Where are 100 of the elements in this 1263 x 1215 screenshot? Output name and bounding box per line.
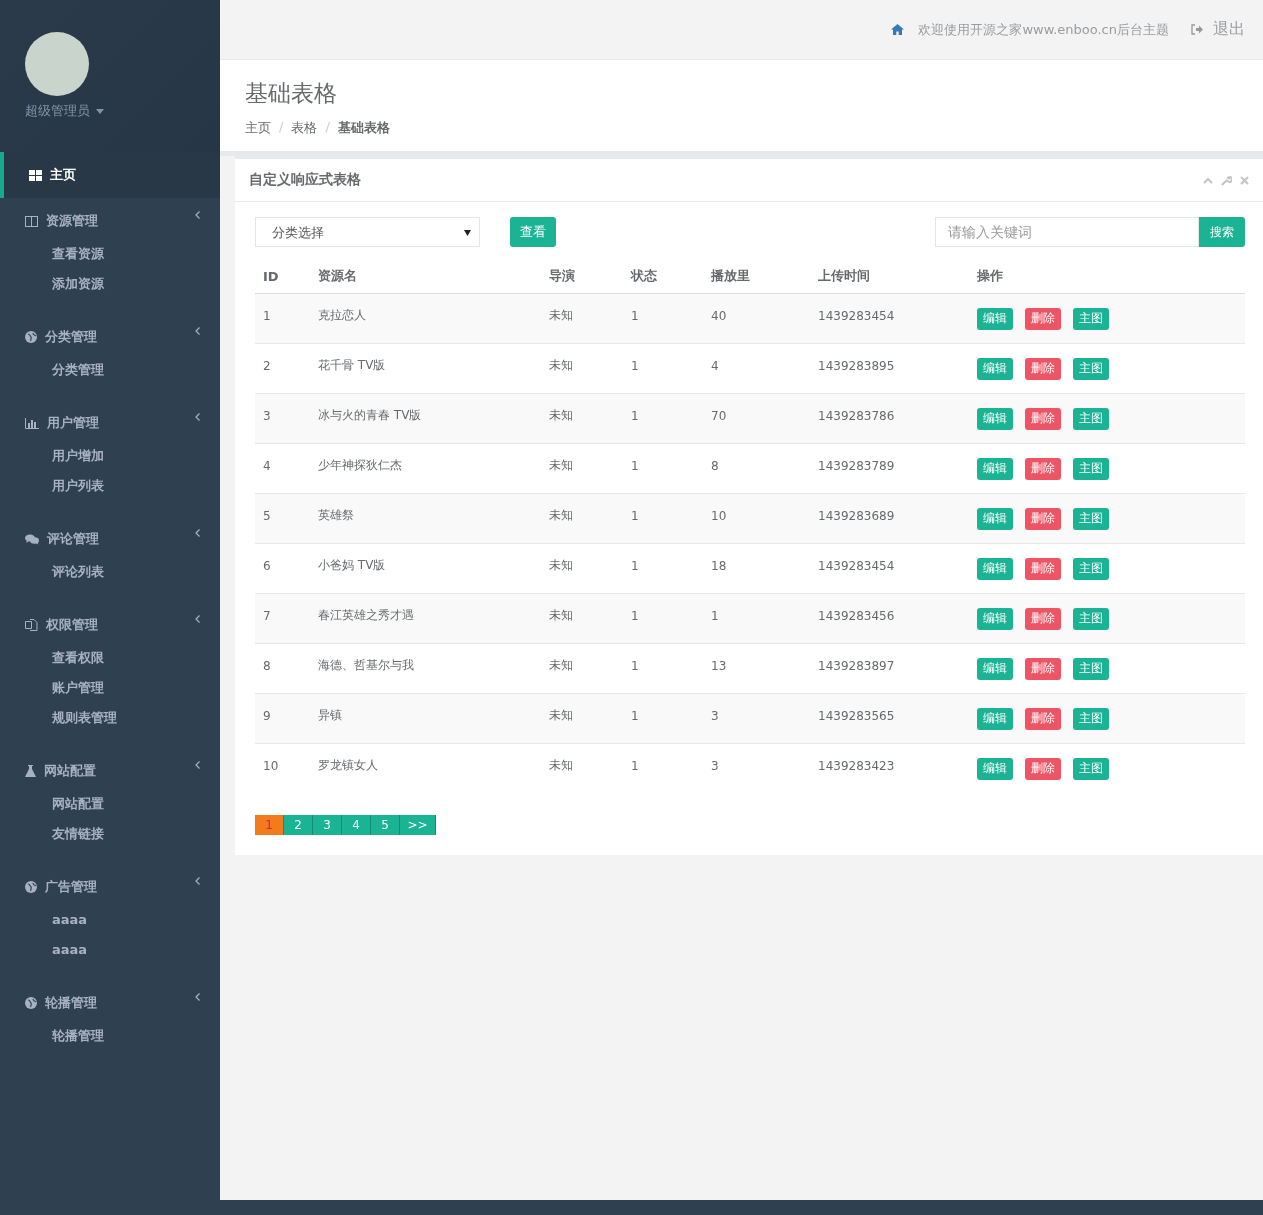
action-button[interactable]: 编辑 [977,307,1013,330]
page-link[interactable]: 3 [313,815,342,835]
globe-icon [25,997,37,1009]
action-button[interactable]: 编辑 [977,757,1013,780]
chevron-left-icon [195,993,200,1001]
submenu-item[interactable]: 添加资源 [0,268,220,300]
table-cell: 异镇 [310,693,541,744]
delete-button[interactable]: 删除 [1025,757,1061,780]
page-link[interactable]: 2 [284,815,313,835]
delete-button[interactable]: 删除 [1025,607,1061,630]
submenu-item[interactable]: 友情链接 [0,818,220,850]
breadcrumb-link[interactable]: 基础表格 [337,119,390,137]
page-title: 基础表格 [245,79,338,108]
action-button[interactable]: 编辑 [977,607,1013,630]
page-link[interactable]: >> [400,815,436,835]
page-link[interactable]: 4 [342,815,371,835]
table-cell: 5 [255,493,310,544]
search-button[interactable]: 搜索 [1199,217,1245,247]
table-cell: 1 [623,393,703,444]
table-cell: 1439283565 [810,693,969,744]
menu-item[interactable]: 主页 [0,152,220,198]
table-cell: 春江英雄之秀才遇 [310,593,541,644]
table-cell: 1439283689 [810,493,969,544]
column-header: 状态 [623,259,703,294]
action-button[interactable]: 主图 [1073,557,1109,580]
delete-button[interactable]: 删除 [1025,507,1061,530]
submenu-item[interactable]: 账户管理 [0,672,220,704]
columns-icon [25,215,38,227]
comments-icon [25,533,39,545]
table-cell: 1439283454 [810,293,969,344]
page-link[interactable]: 5 [371,815,400,835]
collapse-icon[interactable] [1203,176,1213,184]
action-button[interactable]: 主图 [1073,307,1109,330]
table-cell: 10 [703,493,810,544]
chevron-left-icon [195,413,200,421]
table-cell: 3 [703,743,810,793]
submenu-item[interactable]: aaaa [0,934,220,966]
table-cell: 1 [703,593,810,644]
table-cell: 未知 [541,493,623,544]
action-button[interactable]: 编辑 [977,507,1013,530]
table-cell: 1439283456 [810,593,969,644]
search-field[interactable]: 请输入关键词 [935,217,1199,247]
action-button[interactable]: 编辑 [977,557,1013,580]
table-cell: 1 [255,293,310,344]
logout-link[interactable]: 退出 [1191,19,1245,40]
flask-icon [25,765,36,777]
table-cell: 1439283423 [810,743,969,793]
table-cell: 未知 [541,593,623,644]
table-cell: 罗龙镇女人 [310,743,541,793]
delete-button[interactable]: 删除 [1025,457,1061,480]
action-button[interactable]: 主图 [1073,657,1109,680]
globe-icon [25,881,37,893]
action-button[interactable]: 编辑 [977,657,1013,680]
table-cell: 未知 [541,293,623,344]
breadcrumb-link[interactable]: 主页 [245,119,271,137]
action-button[interactable]: 主图 [1073,507,1109,530]
table-cell: 1 [623,743,703,793]
table-cell: 10 [255,743,310,793]
delete-button[interactable]: 删除 [1025,407,1061,430]
category-select[interactable]: 分类选择 [255,217,480,247]
delete-button[interactable]: 删除 [1025,657,1061,680]
column-header: ID [255,259,310,294]
table-cell: 1 [623,593,703,644]
table-cell: 1 [623,493,703,544]
table-cell: 40 [703,293,810,344]
delete-button[interactable]: 删除 [1025,357,1061,380]
column-header: 资源名 [310,259,541,294]
user-menu[interactable]: 超级管理员 [25,102,104,120]
submenu-item[interactable]: 规则表管理 [0,702,220,734]
action-button[interactable]: 编辑 [977,707,1013,730]
page-link[interactable]: 1 [255,815,284,835]
action-button[interactable]: 编辑 [977,457,1013,480]
table-cell: 未知 [541,743,623,793]
action-button[interactable]: 主图 [1073,707,1109,730]
sign-out-icon [1191,24,1203,35]
wrench-icon[interactable] [1221,174,1232,186]
action-button[interactable]: 编辑 [977,357,1013,380]
chevron-left-icon [195,761,200,769]
action-button[interactable]: 主图 [1073,407,1109,430]
table-cell: 3 [255,393,310,444]
grid-icon [29,169,42,181]
column-header: 导演 [541,259,623,294]
chevron-left-icon [195,529,200,537]
column-header: 上传时间 [810,259,969,294]
submenu-item[interactable]: 用户列表 [0,470,220,502]
table-cell: 未知 [541,393,623,444]
table-cell: 未知 [541,693,623,744]
chevron-left-icon [195,211,200,219]
delete-button[interactable]: 删除 [1025,707,1061,730]
view-button[interactable]: 查看 [510,217,556,247]
table-cell: 7 [255,593,310,644]
action-button[interactable]: 主图 [1073,457,1109,480]
breadcrumb-link[interactable]: 表格 [291,119,318,137]
action-button[interactable]: 主图 [1073,357,1109,380]
action-button[interactable]: 主图 [1073,607,1109,630]
delete-button[interactable]: 删除 [1025,307,1061,330]
action-button[interactable]: 主图 [1073,757,1109,780]
action-button[interactable]: 编辑 [977,407,1013,430]
delete-button[interactable]: 删除 [1025,557,1061,580]
close-icon[interactable] [1240,175,1249,185]
